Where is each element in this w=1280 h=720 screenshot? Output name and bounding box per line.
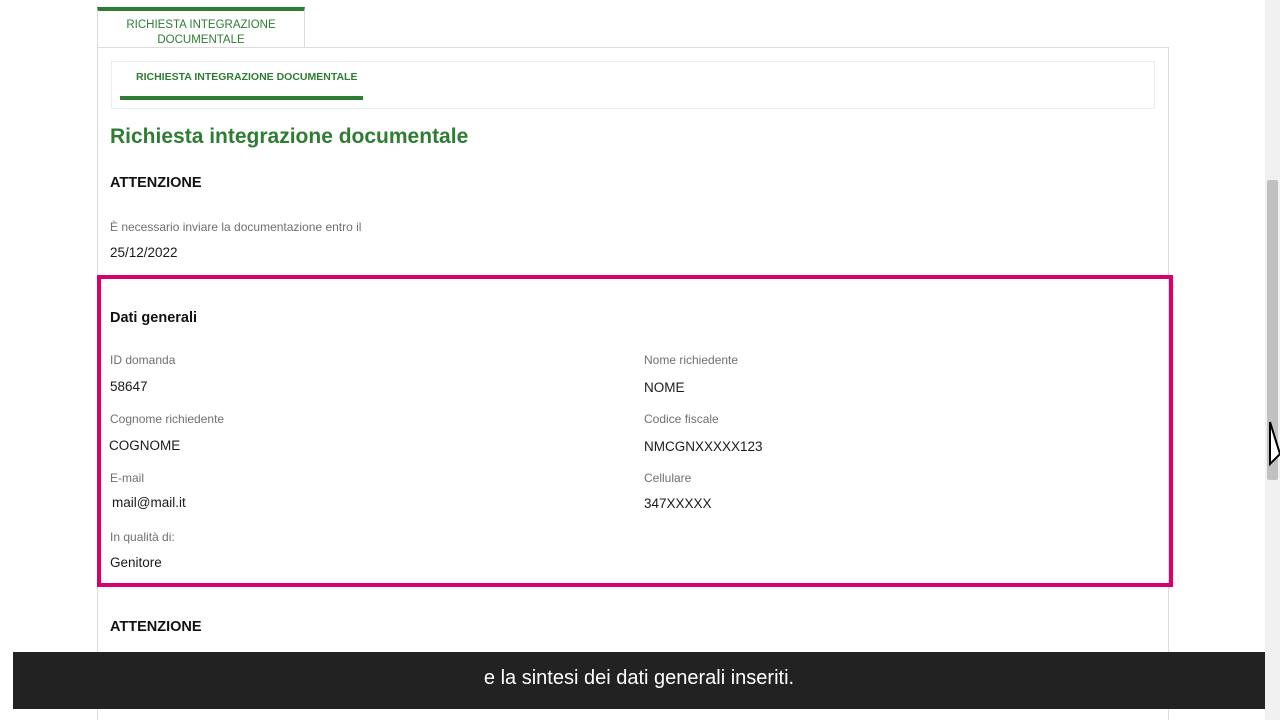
cognome-richiedente-value: COGNOME [109, 438, 181, 453]
tab-label: RICHIESTA INTEGRAZIONE DOCUMENTALE [126, 19, 276, 46]
id-domanda-label: ID domanda [110, 353, 176, 367]
general-data-highlight [97, 275, 1173, 587]
inner-tab-richiesta-integrazione[interactable]: RICHIESTA INTEGRAZIONE DOCUMENTALE [120, 62, 363, 100]
subtitle-text: e la sintesi dei dati generali inseriti. [483, 667, 795, 689]
viewport: RICHIESTA INTEGRAZIONE DOCUMENTALE RICHI… [0, 0, 1280, 720]
nome-richiedente-label: Nome richiedente [644, 353, 739, 367]
attention-heading: ATTENZIONE [110, 175, 202, 191]
cellulare-label: Cellulare [644, 471, 692, 485]
deadline-label: È necessario inviare la documentazione e… [110, 220, 362, 234]
tab-richiesta-integrazione[interactable]: RICHIESTA INTEGRAZIONE DOCUMENTALE [97, 7, 305, 47]
general-data-heading: Dati generali [110, 310, 198, 326]
attention-heading-2: ATTENZIONE [110, 619, 202, 635]
mouse-pointer-icon [1269, 421, 1280, 467]
email-value: mail@mail.it [112, 495, 186, 510]
deadline-value: 25/12/2022 [110, 245, 178, 260]
cellulare-value: 347XXXXX [644, 496, 712, 511]
subtitle-bar: e la sintesi dei dati generali inseriti. [13, 652, 1265, 709]
id-domanda-value: 58647 [110, 379, 148, 394]
codice-fiscale-value: NMCGNXXXXX123 [644, 439, 763, 454]
cognome-richiedente-label: Cognome richiedente [110, 412, 225, 426]
nome-richiedente-value: NOME [644, 380, 685, 395]
page-title: Richiesta integrazione documentale [110, 125, 469, 148]
in-qualita-label: In qualità di: [110, 530, 175, 544]
inner-tab-label: RICHIESTA INTEGRAZIONE DOCUMENTALE [136, 71, 358, 83]
in-qualita-value: Genitore [110, 555, 162, 570]
email-label: E-mail [110, 471, 145, 485]
codice-fiscale-label: Codice fiscale [644, 412, 719, 426]
